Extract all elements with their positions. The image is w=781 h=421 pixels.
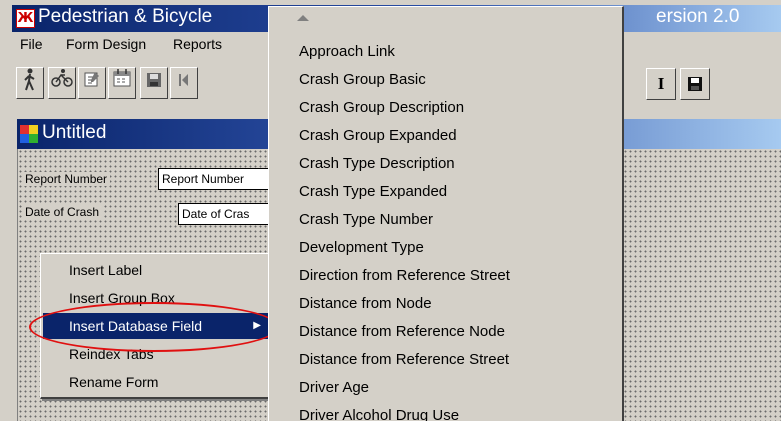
submenu-item[interactable]: Crash Group Expanded [299,127,457,144]
submenu-item[interactable]: Crash Type Description [299,155,455,172]
submenu-item[interactable]: Approach Link [299,43,395,60]
submenu-item[interactable]: Driver Age [299,379,369,396]
bicycle-icon[interactable] [48,67,76,99]
submenu-item[interactable]: Crash Type Expanded [299,183,447,200]
context-menu: Insert Label Insert Group Box Insert Dat… [40,253,272,399]
form-title: Untitled [42,122,107,143]
menu-reindex-tabs[interactable]: Reindex Tabs [43,341,271,367]
italic-icon[interactable]: I [646,68,676,100]
submenu-item[interactable]: Distance from Reference Node [299,323,505,340]
menu-reports[interactable]: Reports [173,36,222,52]
walk-icon[interactable] [16,67,44,99]
menu-form-design[interactable]: Form Design [66,36,146,52]
database-field-submenu: Approach Link Crash Group Basic Crash Gr… [268,6,624,421]
scroll-up-arrow-icon[interactable] [297,15,309,21]
app-logo-icon: Ж [16,9,35,28]
menu-insert-database-field[interactable]: Insert Database Field ▶ [43,313,271,339]
report-number-label[interactable]: Report Number [22,172,111,186]
date-of-crash-field[interactable]: Date of Cras [178,203,278,225]
menu-rename-form[interactable]: Rename Form [43,369,271,395]
form-icon [20,125,38,143]
submenu-arrow-icon: ▶ [253,320,261,331]
app-title: Pedestrian & Bicycle [38,6,213,27]
first-record-icon[interactable] [170,67,198,99]
save-icon[interactable] [680,68,710,100]
menu-item-label: Reindex Tabs [69,346,154,362]
submenu-item[interactable]: Distance from Node [299,295,432,312]
menu-item-label: Insert Label [69,262,143,278]
save-icon[interactable] [140,67,168,99]
submenu-item[interactable]: Crash Group Basic [299,71,426,88]
date-of-crash-label[interactable]: Date of Crash [22,205,103,219]
report-number-field[interactable]: Report Number [158,168,278,190]
submenu-item[interactable]: Crash Type Number [299,211,433,228]
submenu-item[interactable]: Crash Group Description [299,99,464,116]
submenu-item[interactable]: Direction from Reference Street [299,267,510,284]
submenu-item[interactable]: Distance from Reference Street [299,351,509,368]
app-version-text: ersion 2.0 [656,6,740,27]
submenu-item[interactable]: Driver Alcohol Drug Use [299,407,459,421]
submenu-item[interactable]: Development Type [299,239,424,256]
menu-item-label: Rename Form [69,374,159,390]
menu-insert-group-box[interactable]: Insert Group Box [43,285,271,311]
menu-item-label: Insert Group Box [69,290,175,306]
menu-item-label: Insert Database Field [69,318,203,334]
menu-insert-label[interactable]: Insert Label [43,257,271,283]
calendar-icon[interactable] [108,67,136,99]
properties-icon[interactable] [78,67,106,99]
menu-file[interactable]: File [20,36,43,52]
